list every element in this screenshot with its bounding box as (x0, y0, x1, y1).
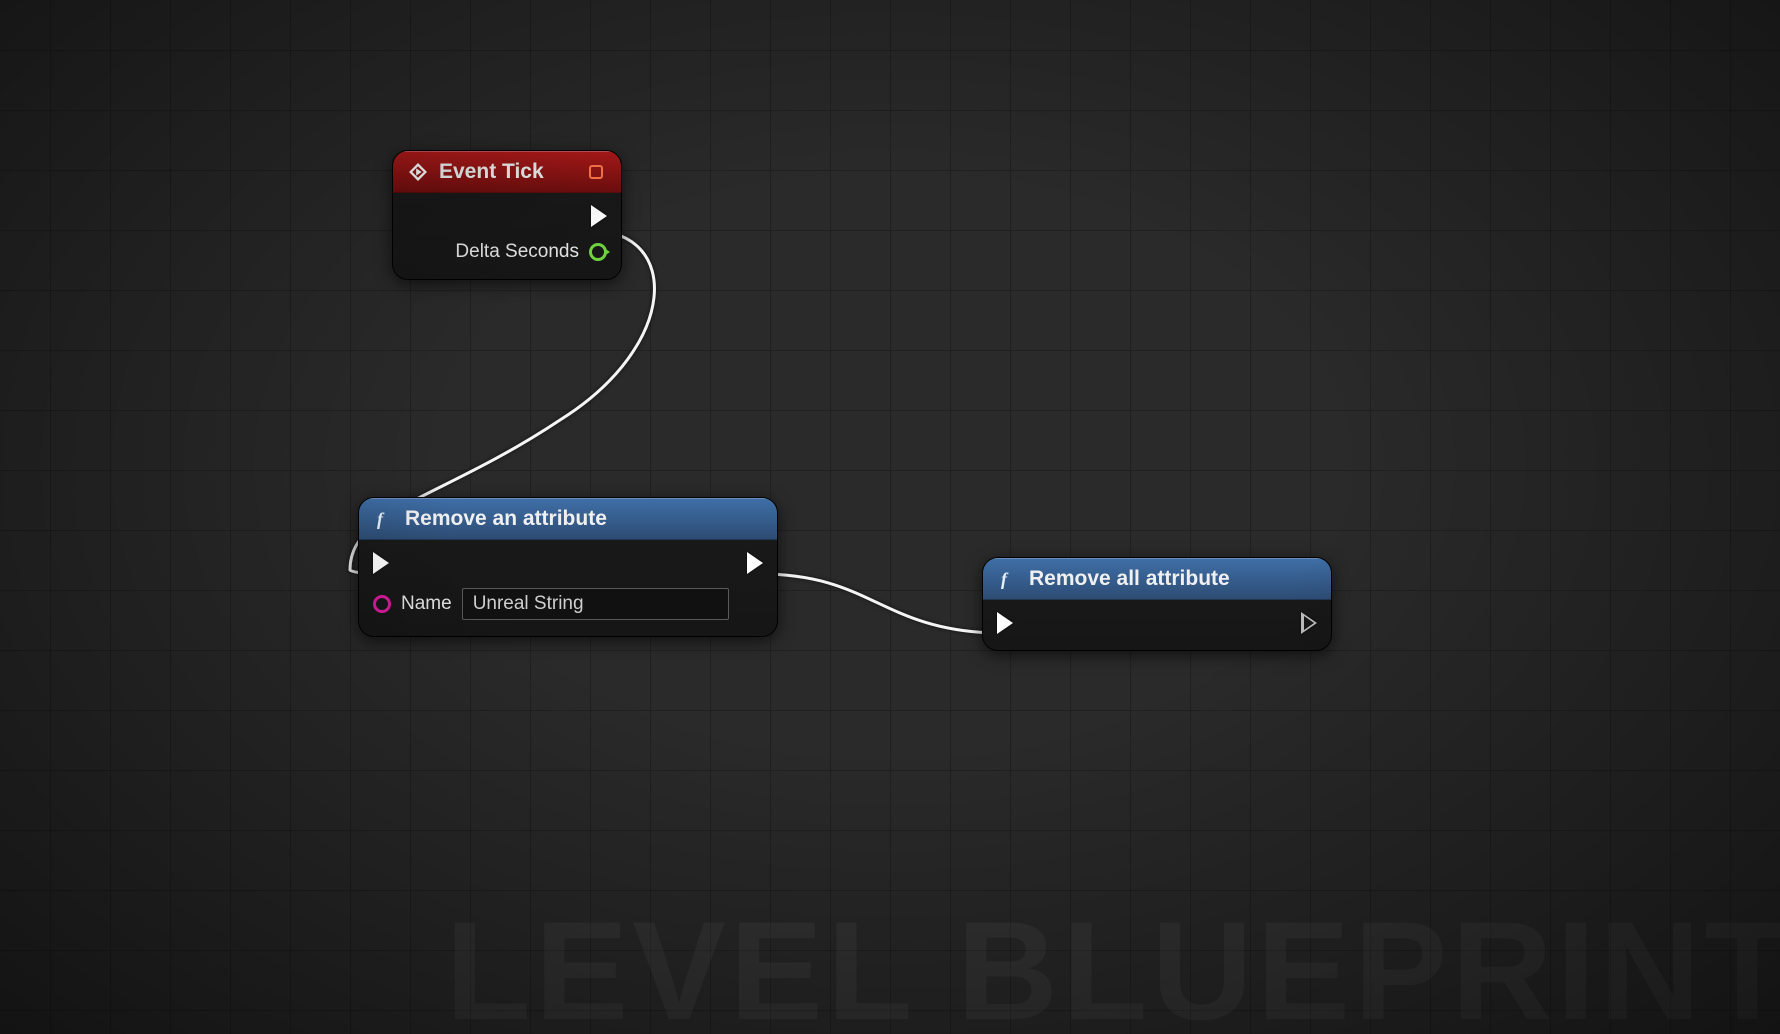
string-pin-icon (373, 595, 391, 613)
pin-label: Delta Seconds (455, 241, 579, 263)
float-pin-icon (589, 243, 607, 261)
node-header[interactable]: f Remove an attribute (359, 498, 777, 540)
watermark-text: LEVEL BLUEPRINT (445, 890, 1780, 1034)
node-title: Event Tick (439, 160, 575, 184)
bookmark-icon[interactable] (585, 161, 607, 183)
input-pin-name[interactable]: Name (373, 588, 729, 620)
output-pin-delta-seconds[interactable]: Delta Seconds (455, 241, 607, 263)
pin-label: Name (401, 593, 452, 615)
node-event-tick[interactable]: Event Tick Delta Seconds (392, 150, 622, 280)
node-remove-all-attribute[interactable]: f Remove all attribute (982, 557, 1332, 651)
exec-output-pin[interactable] (591, 205, 607, 227)
wire-layer (0, 0, 1780, 1034)
node-title: Remove an attribute (405, 507, 763, 531)
exec-input-pin[interactable] (997, 612, 1013, 634)
vignette-overlay (0, 0, 1780, 1034)
function-icon: f (997, 568, 1019, 590)
exec-output-pin[interactable] (747, 552, 763, 574)
event-icon (407, 161, 429, 183)
exec-output-pin[interactable] (1301, 612, 1317, 634)
svg-text:f: f (377, 509, 385, 529)
node-header[interactable]: f Remove all attribute (983, 558, 1331, 600)
blueprint-graph-canvas[interactable]: Event Tick Delta Seconds f Rem (0, 0, 1780, 1034)
node-header[interactable]: Event Tick (393, 151, 621, 193)
name-input[interactable] (462, 588, 729, 620)
node-title: Remove all attribute (1029, 567, 1317, 591)
svg-text:f: f (1001, 569, 1009, 589)
function-icon: f (373, 508, 395, 530)
node-remove-an-attribute[interactable]: f Remove an attribute Name (358, 497, 778, 637)
exec-input-pin[interactable] (373, 552, 729, 574)
